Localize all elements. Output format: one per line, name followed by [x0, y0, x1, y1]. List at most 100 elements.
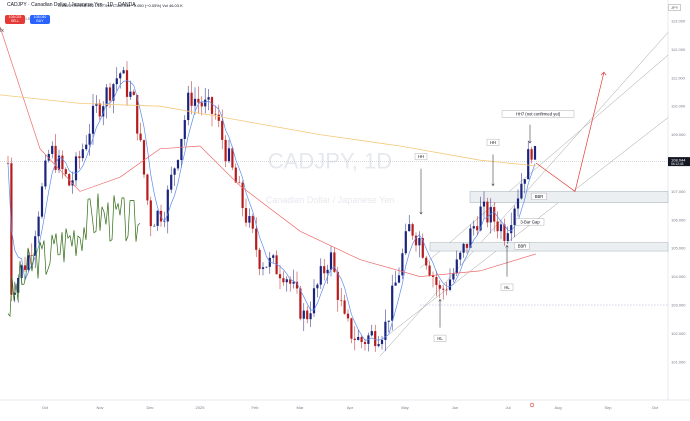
- candle-body: [428, 265, 431, 276]
- candle-body: [394, 282, 397, 286]
- candle-body: [527, 149, 530, 180]
- time-tick-label: Apr: [347, 405, 354, 410]
- price-tick-label: 113.000: [671, 19, 686, 24]
- buy-button[interactable]: 108.040 BUY: [30, 15, 50, 24]
- candle-body: [44, 160, 47, 187]
- sell-button[interactable]: 108.025 SELL: [5, 15, 25, 24]
- candle-body: [530, 149, 533, 160]
- watermark-description: Canadian Dollar / Japanese Yen: [266, 195, 395, 205]
- candle-body: [377, 344, 380, 347]
- candle-body: [244, 208, 248, 223]
- candle-body: [357, 336, 360, 340]
- candle-body: [214, 113, 217, 115]
- bbr-zone-upper: [469, 191, 669, 203]
- time-tick-label: Oct: [652, 405, 659, 410]
- candle-body: [533, 146, 537, 160]
- candle-body: [493, 207, 496, 222]
- annotation: HH: [486, 138, 500, 187]
- candle-body: [170, 174, 173, 190]
- projection-path: [535, 72, 605, 192]
- candle-body: [146, 174, 149, 201]
- price-tick-label: 101.000: [671, 359, 686, 364]
- candle-body: [363, 341, 367, 344]
- price-tick-label: 109.000: [671, 132, 686, 137]
- candle-body: [221, 120, 224, 140]
- candle-body: [452, 273, 455, 280]
- candle-body: [499, 224, 503, 232]
- chart-canvas[interactable]: 113.000 112.000 111.000 110.000 109.000 108.0…: [0, 0, 690, 416]
- time-tick-label: Jun: [452, 405, 458, 410]
- candle-body: [486, 201, 489, 223]
- candle-body: [98, 103, 101, 117]
- candle-body: [435, 276, 438, 285]
- candle-body: [391, 285, 394, 321]
- candle-body: [282, 278, 285, 283]
- time-tick-label: Feb: [252, 405, 260, 410]
- candle-body: [115, 78, 118, 85]
- candle-body: [193, 98, 197, 106]
- candle-body: [265, 266, 268, 268]
- candle-body: [187, 92, 190, 121]
- annotation-label: HH: [418, 154, 424, 159]
- candle-body: [40, 186, 44, 217]
- price-scale: [668, 0, 690, 416]
- candle-body: [258, 249, 261, 269]
- buy-label: BUY: [36, 19, 44, 24]
- candle-body: [350, 318, 353, 339]
- candle-body: [370, 331, 373, 336]
- time-tick-label: Nov: [96, 405, 103, 410]
- annotation: 3-Bar Gap: [515, 218, 545, 226]
- annotation-label: HL: [437, 336, 443, 341]
- candle-body: [156, 210, 159, 226]
- candle-body: [465, 243, 469, 248]
- time-tick-label: Dec: [146, 405, 153, 410]
- candle-body: [227, 148, 231, 162]
- time-tick-label: Sep: [604, 405, 612, 410]
- annotation: HL: [500, 244, 514, 291]
- candle-body: [248, 216, 251, 223]
- candle-body: [523, 179, 526, 184]
- candle-body: [139, 133, 142, 141]
- candle-body: [173, 168, 176, 175]
- candle-body: [238, 182, 241, 184]
- candles: [6, 61, 537, 352]
- candle-body: [278, 274, 282, 279]
- annotation-label: HL: [504, 285, 510, 290]
- candle-body: [108, 87, 112, 101]
- candle-body: [455, 259, 458, 274]
- candle-body: [122, 70, 125, 74]
- candle-body: [142, 140, 146, 175]
- event-marker: [529, 402, 535, 408]
- candle-body: [261, 267, 265, 269]
- candle-body: [74, 156, 78, 181]
- time-tick-label: Mar: [297, 405, 305, 410]
- candle-body: [23, 265, 27, 270]
- candle-body: [404, 231, 407, 254]
- candle-body: [61, 155, 64, 170]
- bbr-zone-lower: [429, 242, 669, 252]
- candle-body: [319, 266, 322, 285]
- time-tick-label: 2025: [196, 405, 206, 410]
- candle-body: [459, 252, 462, 260]
- price-tick-label: 102.000: [671, 331, 686, 336]
- annotation-label: 3-Bar Gap: [520, 219, 540, 224]
- candle-body: [316, 284, 319, 289]
- candle-body: [166, 189, 169, 222]
- candle-body: [207, 97, 210, 100]
- candle-body: [380, 339, 384, 345]
- candle-body: [442, 288, 445, 290]
- chart-area[interactable]: 113.000 112.000 111.000 110.000 109.000 108.0…: [0, 0, 690, 416]
- sell-label: SELL: [10, 19, 20, 24]
- annotation: BBR: [531, 192, 547, 200]
- candle-body: [506, 233, 509, 241]
- candle-body: [445, 289, 448, 291]
- candle-body: [513, 208, 516, 226]
- candle-body: [323, 266, 326, 274]
- annotation-label: HH7 (not confirmed yet): [516, 112, 561, 117]
- candle-body: [408, 224, 411, 232]
- last-price-countdown: 04:12:43: [671, 162, 684, 166]
- price-tick-label: 111.000: [671, 75, 686, 80]
- currency-selector[interactable]: JPY: [668, 4, 682, 11]
- candle-body: [183, 120, 186, 139]
- candle-body: [462, 243, 465, 253]
